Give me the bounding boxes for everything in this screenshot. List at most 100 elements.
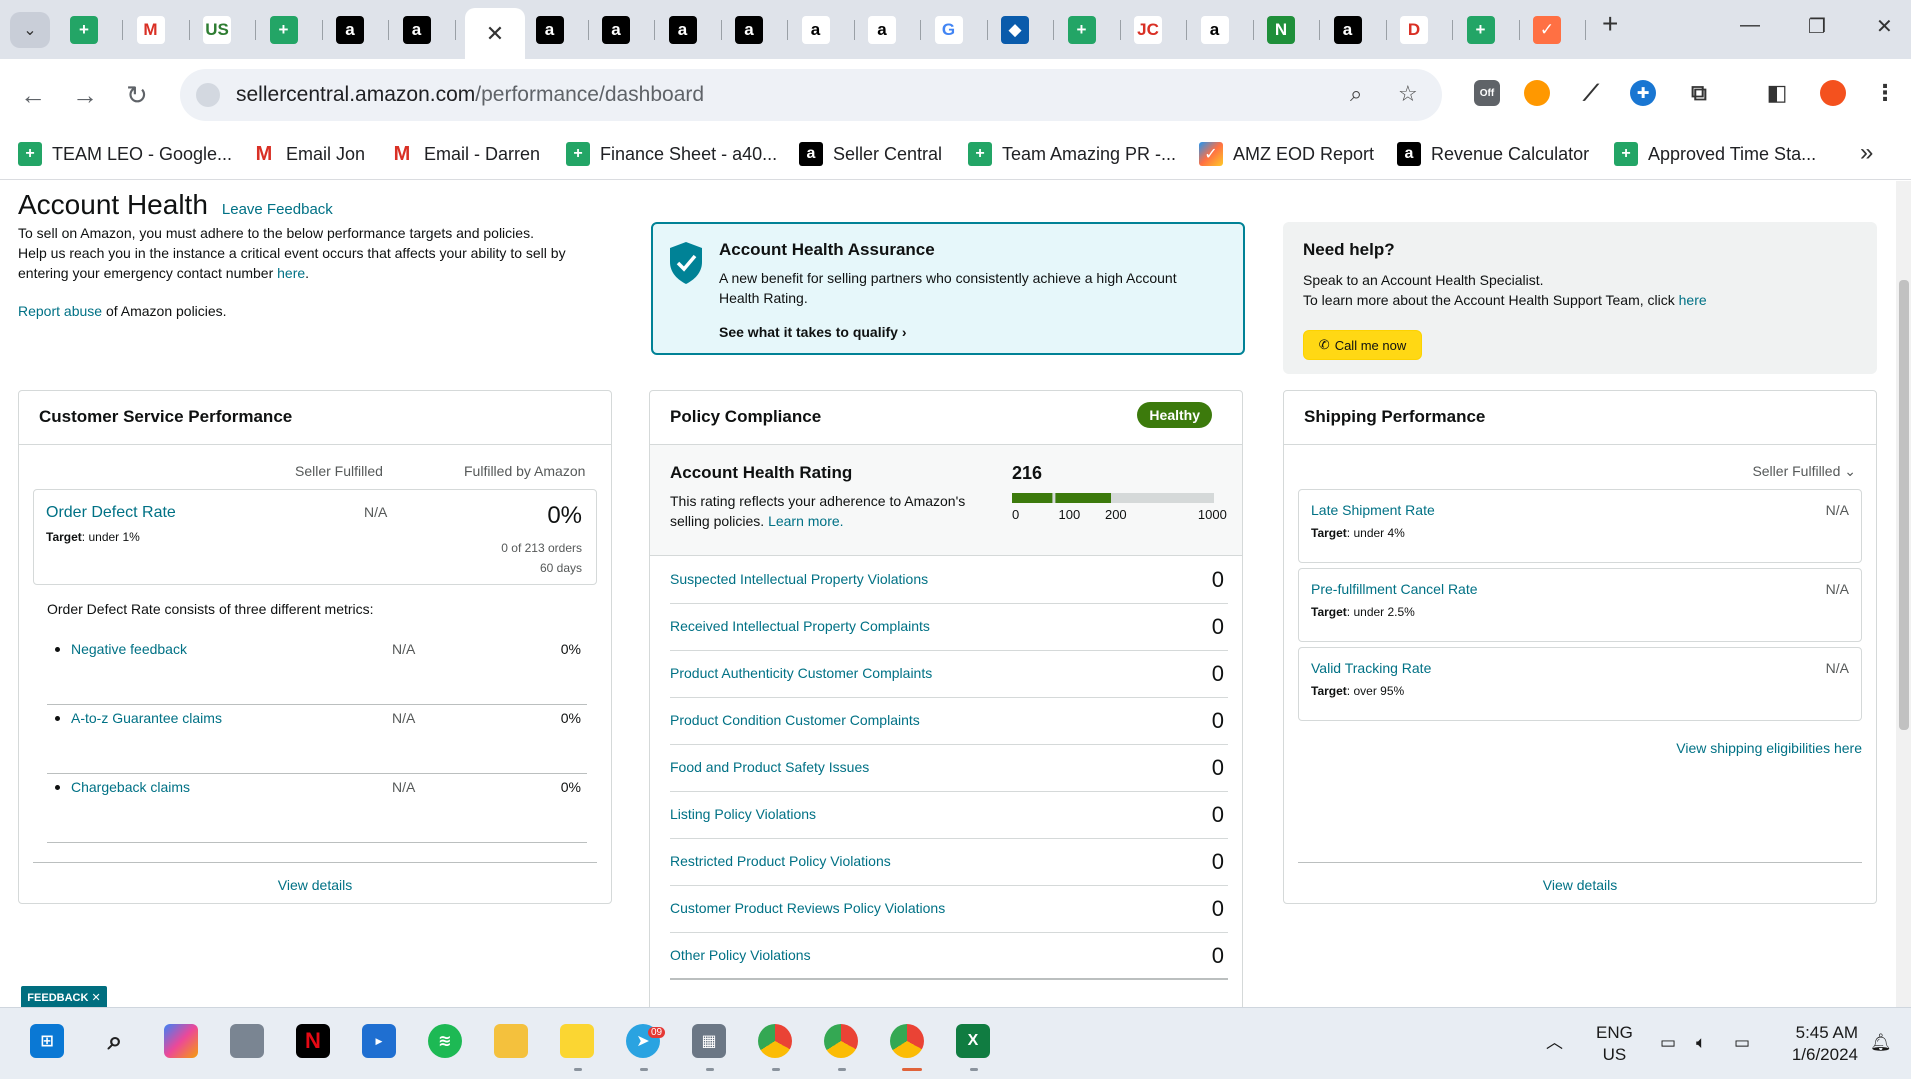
metric-name-link[interactable]: A-to-z Guarantee claims — [71, 710, 222, 726]
amazon-tab-icon[interactable]: a — [801, 16, 830, 44]
gmail-tab-icon[interactable]: M — [136, 16, 165, 44]
bookmark-item[interactable]: + Team Amazing PR -... — [968, 138, 1176, 170]
clock[interactable]: 5:45 AM 1/6/2024 — [1782, 1022, 1858, 1066]
url-text[interactable]: sellercentral.amazon.com/performance/das… — [236, 83, 704, 107]
amazon-tab-icon[interactable]: a — [402, 16, 431, 44]
spotify-icon[interactable]: ≋ — [428, 1024, 462, 1058]
sp-view-details-link[interactable]: View details — [1298, 862, 1862, 893]
more-bookmarks-icon[interactable]: » — [1860, 139, 1873, 167]
call-button-label[interactable]: Call me now — [1335, 338, 1407, 353]
policy-name-link[interactable]: Food and Product Safety Issues — [670, 759, 869, 775]
sheets-tab-icon[interactable]: + — [269, 16, 298, 44]
bookmark-item[interactable]: ✓ AMZ EOD Report — [1199, 138, 1374, 170]
address-bar[interactable]: sellercentral.amazon.com/performance/das… — [180, 69, 1442, 121]
bookmark-label[interactable]: Team Amazing PR -... — [1002, 144, 1176, 165]
network-icon[interactable]: ▭ — [1660, 1032, 1676, 1054]
new-tab-button[interactable]: + — [1602, 8, 1618, 40]
order-defect-rate-link[interactable]: Order Defect Rate — [46, 504, 176, 522]
bookmark-label[interactable]: Finance Sheet - a40... — [600, 144, 777, 165]
page-scrollbar-thumb[interactable] — [1899, 280, 1909, 730]
usfoods-tab-icon[interactable]: US — [203, 16, 231, 44]
amazon-tab-icon[interactable]: a — [1333, 16, 1362, 44]
bookmark-label[interactable]: TEAM LEO - Google... — [52, 144, 232, 165]
bookmark-item[interactable]: M Email - Darren — [390, 138, 540, 170]
show-hidden-icons[interactable]: ︿ — [1546, 1032, 1563, 1054]
site-info-icon[interactable] — [196, 83, 220, 107]
amazon-tab-icon[interactable]: a — [1200, 16, 1229, 44]
extension-off-icon[interactable]: Off — [1474, 80, 1500, 106]
copilot-icon[interactable] — [164, 1024, 198, 1058]
bookmark-item[interactable]: a Seller Central — [799, 138, 942, 170]
bookmark-item[interactable]: a Revenue Calculator — [1397, 138, 1589, 170]
leave-feedback-link[interactable]: Leave Feedback — [222, 201, 333, 218]
battery-icon[interactable]: ▭ — [1734, 1032, 1750, 1054]
jc-tab-icon[interactable]: JC — [1134, 16, 1162, 44]
feedback-tab[interactable]: FEEDBACK ✕ — [21, 986, 107, 1007]
view-shipping-eligibilities-link[interactable]: View shipping eligibilities here — [1676, 740, 1862, 756]
bookmark-item[interactable]: M Email Jon — [252, 138, 365, 170]
chrome-profile-2-icon[interactable] — [824, 1024, 858, 1058]
menu-kebab-icon[interactable]: ⋮ — [1872, 80, 1898, 106]
policy-name-link[interactable]: Suspected Intellectual Property Violatio… — [670, 571, 928, 587]
chrome-profile-3-icon[interactable] — [890, 1024, 924, 1058]
task-view-icon[interactable] — [230, 1024, 264, 1058]
cs-view-details-link[interactable]: View details — [33, 862, 597, 893]
bookmark-label[interactable]: Seller Central — [833, 144, 942, 165]
emergency-contact-link[interactable]: here — [277, 265, 305, 281]
amazon-tab-icon[interactable]: a — [336, 16, 364, 44]
metric-name-link[interactable]: Negative feedback — [71, 641, 187, 657]
notification-bell-icon[interactable]: 🔔︎ — [1870, 1032, 1892, 1054]
qualify-link-text[interactable]: See what it takes to qualify — [719, 324, 898, 340]
bookmark-label[interactable]: Approved Time Sta... — [1648, 144, 1816, 165]
n-tab-icon[interactable]: N — [1267, 16, 1295, 44]
file-explorer-icon[interactable] — [494, 1024, 528, 1058]
amazon-tab-icon[interactable]: a — [535, 16, 564, 44]
fulfillment-filter-value[interactable]: Seller Fulfilled — [1752, 463, 1840, 479]
netflix-icon[interactable]: N — [296, 1024, 330, 1058]
bookmark-label[interactable]: Revenue Calculator — [1431, 144, 1589, 165]
policy-name-link[interactable]: Customer Product Reviews Policy Violatio… — [670, 900, 945, 916]
metric-name-link[interactable]: Chargeback claims — [71, 779, 190, 795]
bookmark-label[interactable]: AMZ EOD Report — [1233, 144, 1374, 165]
active-tab[interactable]: ✕ — [465, 8, 525, 59]
calculator-icon[interactable]: ▦ — [692, 1024, 726, 1058]
bookmark-item[interactable]: + TEAM LEO - Google... — [18, 138, 232, 170]
policy-name-link[interactable]: Product Authenticity Customer Complaints — [670, 665, 932, 681]
chrome-profile-1-icon[interactable] — [758, 1024, 792, 1058]
prime-video-icon[interactable]: ▶ — [362, 1024, 396, 1058]
volume-icon[interactable]: 🔈︎ — [1696, 1032, 1706, 1054]
search-icon[interactable]: ⌕ — [98, 1024, 132, 1058]
bookmark-star-icon[interactable]: ☆ — [1398, 81, 1418, 107]
sheets-tab-icon[interactable]: + — [1466, 16, 1495, 44]
zoom-search-icon[interactable]: ⌕ — [1350, 81, 1362, 107]
shipping-metric-link[interactable]: Late Shipment Rate — [1311, 502, 1435, 518]
extensions-puzzle-icon[interactable]: ⧉ — [1686, 80, 1712, 106]
cs-view-details-text[interactable]: View details — [278, 877, 352, 893]
policy-name-link[interactable]: Restricted Product Policy Violations — [670, 853, 891, 869]
excel-icon[interactable]: X — [956, 1024, 990, 1058]
sticky-notes-icon[interactable] — [560, 1024, 594, 1058]
policy-name-link[interactable]: Listing Policy Violations — [670, 806, 816, 822]
extension-circle-icon[interactable] — [1524, 80, 1550, 106]
extension-blue-icon[interactable]: ✚ — [1630, 80, 1656, 106]
amazon-tab-icon[interactable]: a — [868, 16, 896, 44]
restore-icon[interactable]: ❐ — [1808, 14, 1826, 39]
qualify-link[interactable]: See what it takes to qualify › — [719, 324, 907, 340]
policy-name-link[interactable]: Received Intellectual Property Complaint… — [670, 618, 930, 634]
forward-icon[interactable]: → — [72, 80, 98, 111]
learn-more-link[interactable]: Learn more. — [768, 513, 843, 529]
bookmark-label[interactable]: Email - Darren — [424, 144, 540, 165]
policy-name-link[interactable]: Product Condition Customer Complaints — [670, 712, 920, 728]
close-tab-icon[interactable]: ✕ — [486, 21, 504, 47]
bookmark-label[interactable]: Email Jon — [286, 144, 365, 165]
d-tab-icon[interactable]: D — [1400, 16, 1428, 44]
amazon-tab-icon[interactable]: a — [735, 16, 763, 44]
profile-avatar[interactable] — [1820, 80, 1846, 106]
extension-pen-icon[interactable]: ⟋ — [1578, 80, 1604, 106]
shipping-metric-link[interactable]: Valid Tracking Rate — [1311, 660, 1431, 676]
bookmark-item[interactable]: + Approved Time Sta... — [1614, 138, 1816, 170]
google-tab-icon[interactable]: G — [934, 16, 963, 44]
sheets-tab-icon[interactable]: + — [1067, 16, 1096, 44]
blue-diamond-tab-icon[interactable]: ◆ — [1001, 16, 1029, 44]
shipping-metric-link[interactable]: Pre-fulfillment Cancel Rate — [1311, 581, 1478, 597]
